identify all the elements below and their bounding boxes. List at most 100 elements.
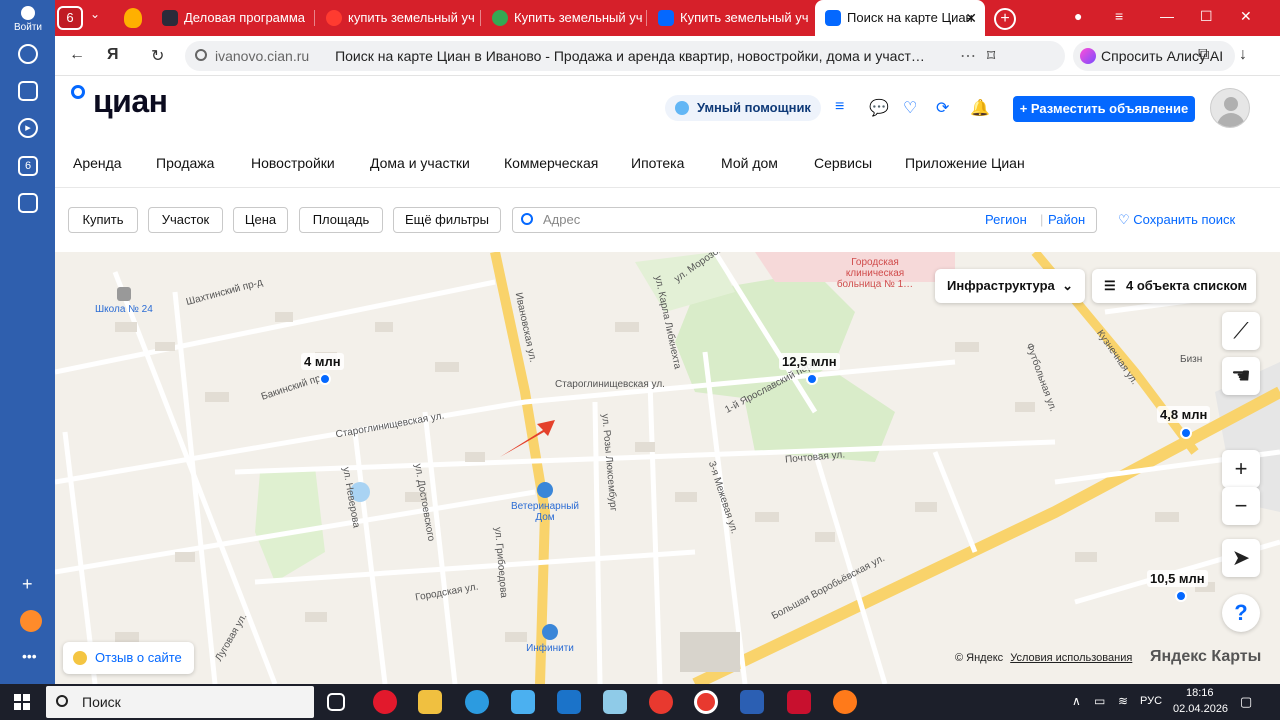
battery-icon[interactable]: ▭ xyxy=(1094,694,1105,708)
listing-pin[interactable] xyxy=(1175,590,1187,602)
play-icon[interactable]: ▸ xyxy=(18,118,38,138)
price-label[interactable]: 10,5 млн xyxy=(1147,570,1208,587)
extensions-icon[interactable]: ⧉ xyxy=(1198,46,1209,64)
menu-icon[interactable]: ≡ xyxy=(1115,8,1123,24)
clock-time[interactable]: 18:16 xyxy=(1186,687,1214,699)
nav-houses[interactable]: Дома и участки xyxy=(370,155,470,171)
new-tab-button[interactable]: + xyxy=(994,8,1016,30)
help-button[interactable]: ? xyxy=(1222,594,1260,632)
poi-school[interactable]: Школа № 24 xyxy=(95,287,153,315)
tab-count-side-icon[interactable]: 6 xyxy=(18,156,38,176)
list-view-button[interactable]: ☰ 4 объекта списком xyxy=(1092,269,1256,303)
bookmark-icon[interactable]: ⌑ xyxy=(987,46,995,66)
infrastructure-dropdown[interactable]: Инфраструктура ⌄ xyxy=(935,269,1085,303)
listing-pin[interactable] xyxy=(319,373,331,385)
district-link[interactable]: Район xyxy=(1048,208,1085,232)
tab-1[interactable]: Деловая программа xyxy=(152,0,312,36)
cian-logo[interactable]: циан xyxy=(71,83,168,120)
clock-date[interactable]: 02.04.2026 xyxy=(1173,703,1228,715)
ruler-icon[interactable]: ⟋ xyxy=(1222,312,1260,350)
windows-start-icon[interactable] xyxy=(14,694,30,710)
terms-link[interactable]: Условия использования xyxy=(1010,652,1132,664)
word-icon[interactable] xyxy=(740,690,764,714)
nav-mortgage[interactable]: Ипотека xyxy=(631,155,684,171)
avatar[interactable] xyxy=(1210,88,1250,128)
close-tab-icon[interactable]: ✕ xyxy=(965,0,977,36)
alisa-button[interactable]: Спросить Алису AI xyxy=(1073,41,1235,71)
url-field[interactable]: ivanovo.cian.ru Поиск на карте Циан в Ив… xyxy=(185,41,1065,71)
mail-icon[interactable] xyxy=(20,610,42,632)
yandex-browser-icon[interactable] xyxy=(694,690,718,714)
listing-pin[interactable] xyxy=(806,373,818,385)
explorer-icon[interactable] xyxy=(418,690,442,714)
wifi-icon[interactable]: ≋ xyxy=(1118,694,1128,708)
poi-hospital[interactable]: Городская клиническая больница № 1… xyxy=(825,257,925,290)
save-search-button[interactable]: ♡ Сохранить поиск xyxy=(1118,212,1235,228)
zoom-out-button[interactable]: − xyxy=(1222,487,1260,525)
download-icon[interactable]: ↓ xyxy=(1239,46,1247,64)
profile-icon[interactable]: ● xyxy=(1074,8,1082,24)
compare-icon[interactable]: ≡ xyxy=(835,98,844,116)
edge-icon[interactable] xyxy=(465,690,489,714)
app-icon[interactable] xyxy=(603,690,627,714)
price-label[interactable]: 12,5 млн xyxy=(779,353,840,370)
more-icon[interactable]: ••• xyxy=(22,648,37,664)
post-ad-button[interactable]: + Разместить объявление xyxy=(1013,96,1195,122)
favorites-icon[interactable]: ♡ xyxy=(903,98,917,118)
collections-icon[interactable] xyxy=(18,81,38,101)
smart-assistant-button[interactable]: Умный помощник xyxy=(665,95,821,121)
geolocation-icon[interactable]: ➤ xyxy=(1222,539,1260,577)
address-search-input[interactable]: Адрес Регион | Район xyxy=(512,207,1097,233)
poi-business[interactable]: Бизн xyxy=(1180,354,1202,365)
nav-commercial[interactable]: Коммерческая xyxy=(504,155,598,171)
nav-sale[interactable]: Продажа xyxy=(156,155,214,171)
close-window-icon[interactable]: ✕ xyxy=(1240,8,1252,25)
filter-area-button[interactable]: Площадь xyxy=(299,207,383,233)
listing-pin[interactable] xyxy=(1180,427,1192,439)
more-filters-button[interactable]: Ещё фильтры xyxy=(393,207,501,233)
add-icon[interactable]: + xyxy=(22,574,33,595)
yandex-app-icon[interactable] xyxy=(649,690,673,714)
tray-chevron-icon[interactable]: ∧ xyxy=(1072,694,1081,708)
notifications-icon[interactable]: 🔔 xyxy=(970,98,990,118)
nav-app[interactable]: Приложение Циан xyxy=(905,155,1025,171)
chat-icon[interactable]: 💬 xyxy=(869,98,889,118)
store-icon[interactable] xyxy=(511,690,535,714)
price-label[interactable]: 4,8 млн xyxy=(1157,406,1211,423)
reload-icon[interactable]: ↻ xyxy=(151,46,164,66)
login-button[interactable]: Войти xyxy=(12,6,44,34)
tab-3[interactable]: Купить земельный уч xyxy=(482,0,642,36)
yandex-icon[interactable]: Я xyxy=(107,46,119,64)
poi-vet[interactable]: Ветеринарный Дом xyxy=(505,482,585,523)
pdf-icon[interactable] xyxy=(787,690,811,714)
more-dots-icon[interactable]: ⋯ xyxy=(960,46,976,66)
maximize-icon[interactable]: ☐ xyxy=(1200,8,1213,25)
screenshot-icon[interactable] xyxy=(18,193,38,213)
tab-4[interactable]: Купить земельный уч xyxy=(648,0,808,36)
opera-icon[interactable] xyxy=(373,690,397,714)
feedback-button[interactable]: Отзыв о сайте xyxy=(63,642,194,674)
nav-newbuilds[interactable]: Новостройки xyxy=(251,155,335,171)
outlook-icon[interactable] xyxy=(557,690,581,714)
price-label[interactable]: 4 млн xyxy=(301,353,344,370)
notifications-center-icon[interactable]: ▢ xyxy=(1240,694,1252,710)
zoom-in-button[interactable]: + xyxy=(1222,450,1260,488)
region-link[interactable]: Регион xyxy=(985,208,1027,232)
poi-infiniti[interactable]: Инфинити xyxy=(520,624,580,654)
filter-plot-button[interactable]: Участок xyxy=(148,207,223,233)
nav-services[interactable]: Сервисы xyxy=(814,155,872,171)
history-icon[interactable] xyxy=(18,44,38,64)
task-view-icon[interactable] xyxy=(327,693,345,711)
filter-buy-button[interactable]: Купить xyxy=(68,207,138,233)
taskbar-search[interactable]: Поиск xyxy=(46,686,314,718)
minimize-icon[interactable]: — xyxy=(1160,8,1174,24)
nav-rent[interactable]: Аренда xyxy=(73,155,122,171)
tabs-dropdown-icon[interactable]: ⌄ xyxy=(90,7,100,21)
tab-count-button[interactable]: 6 xyxy=(57,6,83,30)
hand-icon[interactable]: ☚ xyxy=(1222,357,1260,395)
map[interactable]: Ивановская ул. Староглинищевская ул. Ста… xyxy=(55,252,1280,684)
refresh-search-icon[interactable]: ⟳ xyxy=(936,98,949,118)
tab-active[interactable]: Поиск на карте Циан ✕ xyxy=(815,0,985,36)
firefox-icon[interactable] xyxy=(833,690,857,714)
tab-2[interactable]: купить земельный уч xyxy=(316,0,476,36)
